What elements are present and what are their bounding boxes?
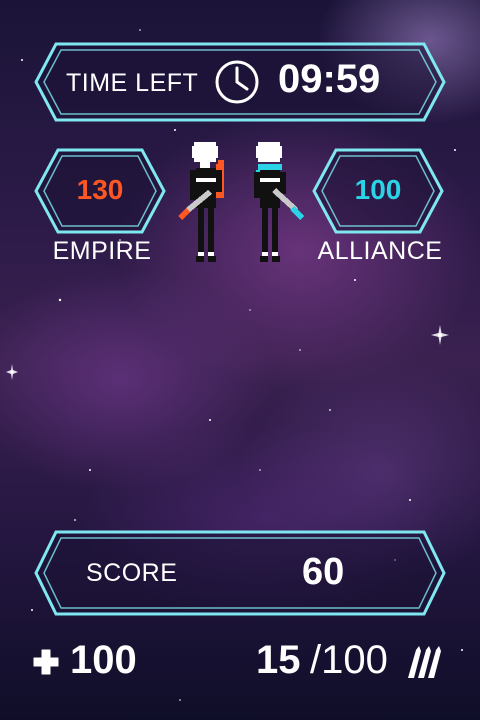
score-panel: SCORE 60 [34, 530, 446, 616]
alliance-team-name: ALLIANCE [317, 237, 443, 265]
health-value: 100 [70, 638, 137, 682]
alliance-character-sprite [246, 140, 310, 264]
score-value: 60 [302, 551, 345, 593]
ammo-icon [404, 644, 444, 680]
empire-score: 130 [76, 174, 124, 205]
alliance-score: 100 [354, 174, 402, 205]
ammo-max: /100 [310, 638, 388, 682]
empire-team-name: EMPIRE [52, 237, 152, 265]
empire-score-panel: 130 [34, 148, 166, 234]
timer-value: 09:59 [278, 57, 381, 101]
score-label: SCORE [86, 559, 178, 587]
timer-label: TIME LEFT [66, 69, 199, 97]
ammo-current: 15 [256, 638, 301, 682]
plus-icon [32, 648, 60, 676]
clock-icon [214, 59, 260, 105]
ammo-readout: 15 /100 [256, 638, 456, 684]
alliance-score-panel: 100 [312, 148, 444, 234]
empire-character-sprite [172, 140, 236, 264]
timer-panel: TIME LEFT 09:59 [34, 42, 446, 122]
